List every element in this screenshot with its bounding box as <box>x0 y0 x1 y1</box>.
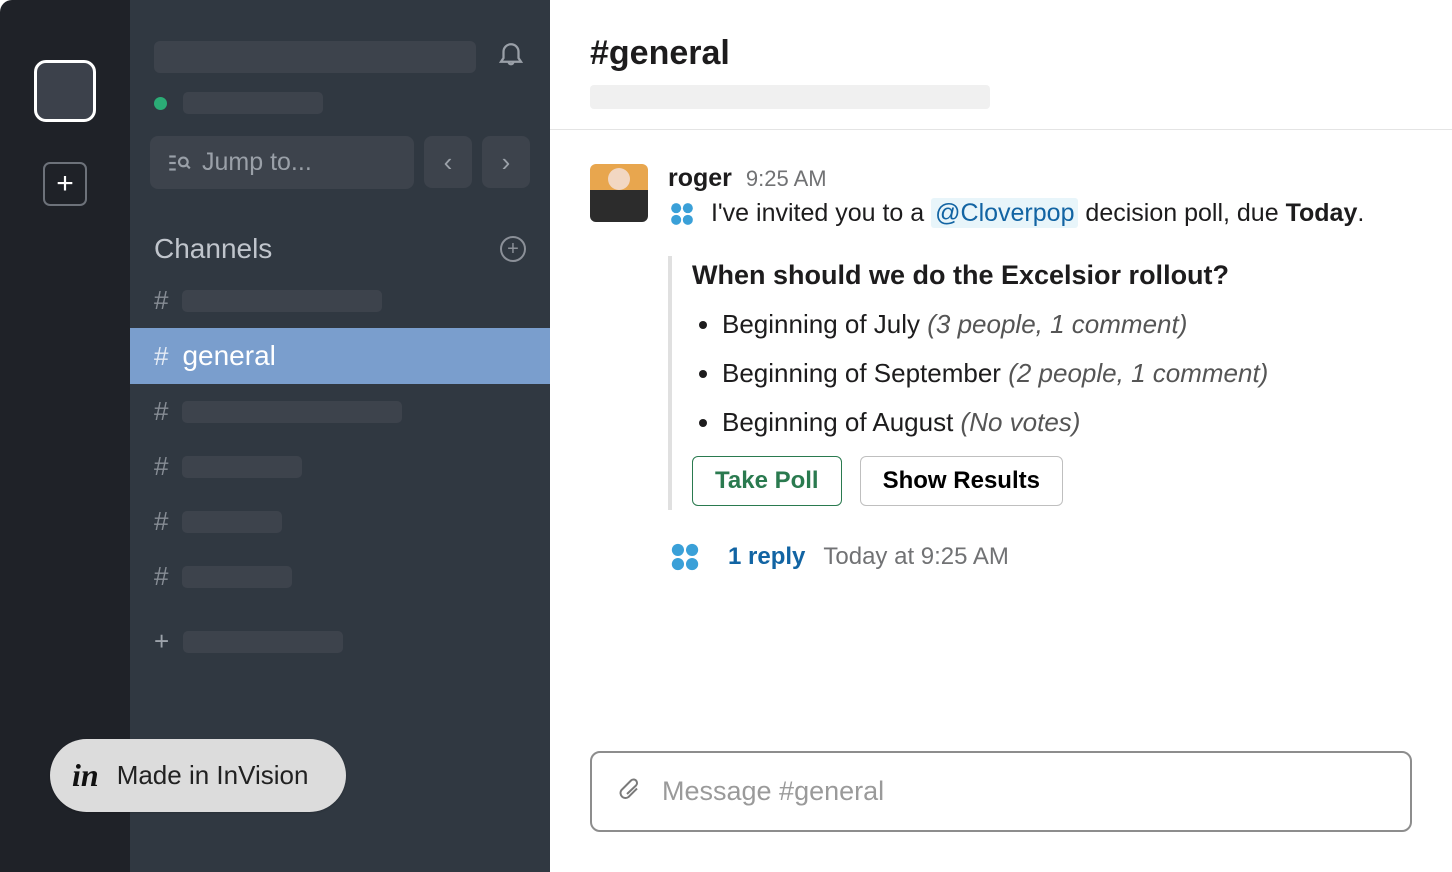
poll-option: Beginning of August (No votes) <box>722 407 1364 438</box>
mention-cloverpop[interactable]: @Cloverpop <box>931 198 1078 228</box>
show-results-button[interactable]: Show Results <box>860 456 1063 506</box>
channel-name: general <box>182 340 275 372</box>
channel-name <box>182 511 282 533</box>
invision-badge[interactable]: in Made in InVision <box>50 739 346 812</box>
channel-item[interactable]: # <box>130 384 550 439</box>
invision-badge-text: Made in InVision <box>117 760 309 791</box>
channels-heading: Channels <box>154 233 272 265</box>
workspace-switcher[interactable] <box>34 60 96 122</box>
message-composer[interactable] <box>590 751 1412 832</box>
user-name[interactable] <box>183 92 323 114</box>
take-poll-button[interactable]: Take Poll <box>692 456 842 506</box>
cloverpop-icon <box>668 540 702 574</box>
message-author[interactable]: roger <box>668 164 732 193</box>
attachment-icon[interactable] <box>616 773 640 810</box>
add-item[interactable] <box>183 631 343 653</box>
channel-item[interactable]: # <box>130 439 550 494</box>
avatar[interactable] <box>590 164 648 222</box>
invision-logo-icon: in <box>72 757 99 794</box>
jump-to-placeholder: Jump to... <box>202 148 312 177</box>
hash-icon: # <box>154 506 168 537</box>
cloverpop-icon <box>668 200 696 228</box>
history-forward-button[interactable]: › <box>482 136 530 188</box>
message-list: roger 9:25 AM I've invited you to a @Clo… <box>550 130 1452 751</box>
channel-header: #general <box>550 0 1452 130</box>
add-workspace-button[interactable]: + <box>43 162 87 206</box>
channel-topic[interactable] <box>590 85 990 109</box>
message-input[interactable] <box>662 776 1386 807</box>
poll-question: When should we do the Excelsior rollout? <box>692 260 1364 291</box>
channel-name <box>182 290 382 312</box>
channel-name <box>182 566 292 588</box>
poll-attachment: When should we do the Excelsior rollout?… <box>668 256 1364 510</box>
channel-general[interactable]: # general <box>130 328 550 384</box>
main-pane: #general roger 9:25 AM I've invited you … <box>550 0 1452 872</box>
app-window: + Jump to... ‹ › Channels + # # general # # #… <box>0 0 1452 872</box>
message-time: 9:25 AM <box>746 166 827 192</box>
channel-title: #general <box>590 34 1412 73</box>
reply-time: Today at 9:25 AM <box>823 543 1008 571</box>
channel-item[interactable]: # <box>130 273 550 328</box>
poll-option: Beginning of July (3 people, 1 comment) <box>722 309 1364 340</box>
search-list-icon <box>166 150 192 176</box>
poll-option: Beginning of September (2 people, 1 comm… <box>722 358 1364 389</box>
hash-icon: # <box>154 396 168 427</box>
workspace-name[interactable] <box>154 41 476 73</box>
reply-count[interactable]: 1 reply <box>728 543 805 571</box>
channel-name <box>182 456 302 478</box>
notifications-icon[interactable] <box>496 38 526 76</box>
jump-to-input[interactable]: Jump to... <box>150 136 414 189</box>
plus-icon: + <box>154 626 169 657</box>
channel-item[interactable]: # <box>130 549 550 604</box>
presence-indicator-icon <box>154 97 167 110</box>
hash-icon: # <box>154 285 168 316</box>
channel-name <box>182 401 402 423</box>
message: roger 9:25 AM I've invited you to a @Clo… <box>590 164 1412 574</box>
add-channel-button[interactable]: + <box>500 236 526 262</box>
hash-icon: # <box>154 561 168 592</box>
thread-summary[interactable]: 1 reply Today at 9:25 AM <box>668 540 1364 574</box>
hash-icon: # <box>154 341 168 372</box>
channel-item[interactable]: # <box>130 494 550 549</box>
hash-icon: # <box>154 451 168 482</box>
message-text: I've invited you to a @Cloverpop decisio… <box>668 199 1364 228</box>
history-back-button[interactable]: ‹ <box>424 136 472 188</box>
